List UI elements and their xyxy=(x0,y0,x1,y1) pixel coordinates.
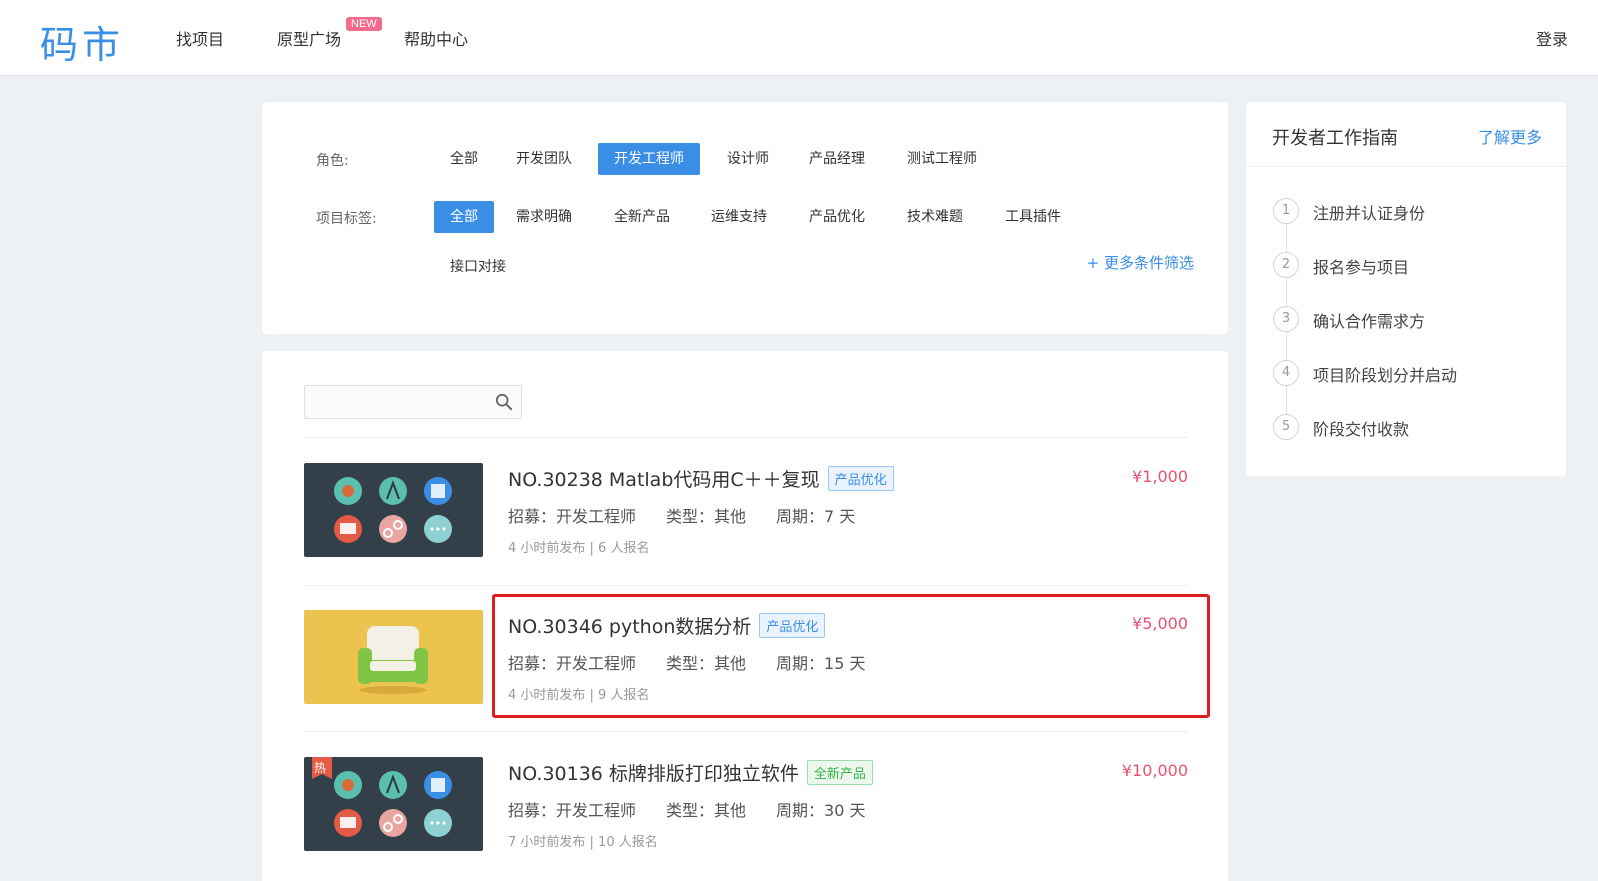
project-thumbnail[interactable] xyxy=(304,463,483,557)
project-title[interactable]: NO.30238 Matlab代码用C＋＋复现 产品优化 xyxy=(508,465,894,492)
nav-help-center[interactable]: 帮助中心 xyxy=(404,26,468,50)
step-number: 3 xyxy=(1273,306,1299,332)
project-title[interactable]: NO.30136 标牌排版打印独立软件 全新产品 xyxy=(508,759,873,786)
step-number: 4 xyxy=(1273,360,1299,386)
tag-chip-api-integration[interactable]: 接口对接 xyxy=(434,251,522,283)
tag-chip-new-product[interactable]: 全新产品 xyxy=(598,201,686,233)
new-badge: NEW xyxy=(346,17,382,31)
guide-divider xyxy=(1246,166,1566,167)
role-chip-designer[interactable]: 设计师 xyxy=(711,143,785,175)
site-logo[interactable]: 码市 xyxy=(40,14,124,69)
search-input[interactable] xyxy=(304,385,522,419)
role-chip-product-manager[interactable]: 产品经理 xyxy=(793,143,881,175)
hot-badge: 热 xyxy=(314,761,327,775)
search-text-field[interactable] xyxy=(305,386,485,418)
role-filter-label: 角色: xyxy=(316,153,349,169)
step-number: 1 xyxy=(1273,198,1299,224)
login-link[interactable]: 登录 xyxy=(1536,26,1568,50)
list-divider xyxy=(304,731,1188,732)
project-thumbnail[interactable]: 热 xyxy=(304,757,483,851)
project-post-info: 7 小时前发布 | 10 人报名 xyxy=(508,835,658,850)
step-number: 2 xyxy=(1273,252,1299,278)
nav-find-projects[interactable]: 找项目 xyxy=(176,26,224,50)
armchair-illustration xyxy=(358,626,428,694)
project-price: ¥10,000 xyxy=(1121,761,1188,780)
tag-chip-tech-challenge[interactable]: 技术难题 xyxy=(891,201,979,233)
filter-panel: 角色: 全部 开发团队 开发工程师 设计师 产品经理 测试工程师 项目标签: 全… xyxy=(262,102,1228,334)
nav-prototype-square[interactable]: 原型广场 xyxy=(277,26,341,50)
step-number: 5 xyxy=(1273,414,1299,440)
highlight-box xyxy=(492,594,1210,718)
top-header: 码市 找项目 原型广场 NEW 帮助中心 登录 xyxy=(0,0,1598,76)
more-filters-link[interactable]: + 更多条件筛选 xyxy=(1087,252,1194,273)
step-label: 注册并认证身份 xyxy=(1313,204,1426,223)
developer-guide-panel: 开发者工作指南 了解更多 1 注册并认证身份 2 报名参与项目 3 确认合作需求… xyxy=(1246,102,1566,476)
tag-filter-label: 项目标签: xyxy=(316,211,377,227)
tag-chip-tool-plugin[interactable]: 工具插件 xyxy=(989,201,1077,233)
project-item-30136[interactable]: 热 NO.30136 标牌排版打印独立软件 全新产品 招募：开发工程师 类型：其他周… xyxy=(304,757,1188,853)
guide-learn-more-link[interactable]: 了解更多 xyxy=(1478,124,1542,148)
role-chip-all[interactable]: 全部 xyxy=(434,143,494,175)
step-label: 项目阶段划分并启动 xyxy=(1313,366,1458,385)
step-label: 阶段交付收款 xyxy=(1313,420,1410,439)
tag-chip-ops-support[interactable]: 运维支持 xyxy=(695,201,783,233)
tag-chip-all[interactable]: 全部 xyxy=(434,201,494,233)
tag-chip-clear-requirements[interactable]: 需求明确 xyxy=(500,201,588,233)
tag-chip-product-optimization[interactable]: 产品优化 xyxy=(793,201,881,233)
role-chip-developer[interactable]: 开发工程师 xyxy=(598,143,700,175)
step-label: 报名参与项目 xyxy=(1313,258,1410,277)
app-icons-illustration xyxy=(312,757,452,837)
step-label: 确认合作需求方 xyxy=(1313,312,1426,331)
project-item-30238[interactable]: NO.30238 Matlab代码用C＋＋复现 产品优化 招募：开发工程师 类型：其… xyxy=(304,463,1188,559)
project-post-info: 4 小时前发布 | 6 人报名 xyxy=(508,541,650,556)
role-chip-dev-team[interactable]: 开发团队 xyxy=(500,143,588,175)
project-meta: 招募：开发工程师 类型：其他 周期：7 天 xyxy=(508,507,856,526)
search-icon[interactable] xyxy=(495,393,513,411)
guide-title: 开发者工作指南 xyxy=(1272,128,1398,149)
project-tag[interactable]: 产品优化 xyxy=(827,466,894,491)
list-divider xyxy=(304,585,1188,586)
project-thumbnail[interactable] xyxy=(304,610,483,704)
project-price: ¥1,000 xyxy=(1132,467,1188,486)
project-meta: 招募：开发工程师 类型：其他 周期：30 天 xyxy=(508,801,866,820)
app-icons-illustration xyxy=(334,477,452,543)
role-chip-tester[interactable]: 测试工程师 xyxy=(891,143,993,175)
list-divider xyxy=(304,437,1188,438)
project-tag[interactable]: 全新产品 xyxy=(806,760,873,785)
